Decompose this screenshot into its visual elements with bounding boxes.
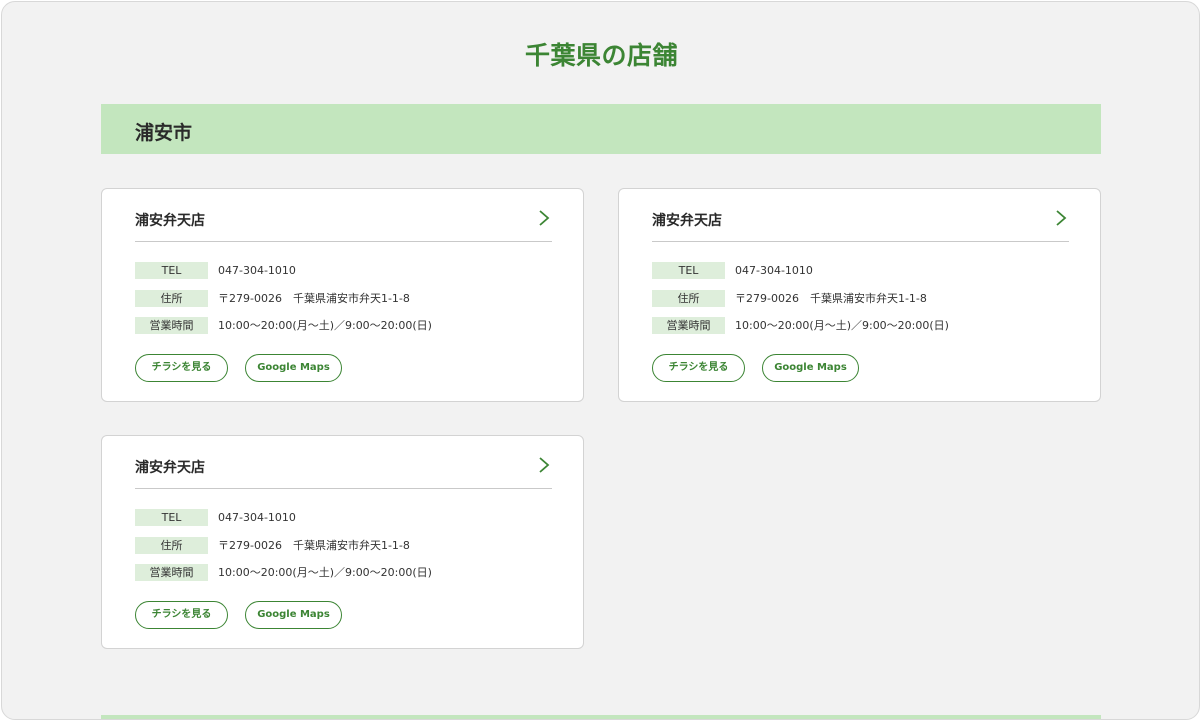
address-label: 住所 <box>652 290 725 307</box>
store-name: 浦安弁天店 <box>652 213 722 229</box>
store-card: 浦安弁天店 TEL 047-304-1010 住所 〒279-0026 千葉県浦… <box>618 188 1101 402</box>
view-flyer-button[interactable]: チラシを見る <box>135 601 228 629</box>
hours-value: 10:00〜20:00(月〜土)／9:00〜20:00(日) <box>735 319 949 332</box>
address-value: 〒279-0026 千葉県浦安市弁天1-1-8 <box>218 292 410 305</box>
hours-value: 10:00〜20:00(月〜土)／9:00〜20:00(日) <box>218 566 432 579</box>
store-card: 浦安弁天店 TEL 047-304-1010 住所 〒279-0026 千葉県浦… <box>101 188 584 402</box>
view-flyer-button[interactable]: チラシを見る <box>652 354 745 382</box>
tel-label: TEL <box>135 509 208 526</box>
tel-value: 047-304-1010 <box>735 264 813 277</box>
address-label: 住所 <box>135 290 208 307</box>
city-section-header: 浦安市 <box>101 104 1101 154</box>
store-name: 浦安弁天店 <box>135 213 205 229</box>
store-card-header-link[interactable]: 浦安弁天店 <box>135 454 552 489</box>
page-title: 千葉県の店舗 <box>524 41 678 70</box>
hours-label: 営業時間 <box>135 564 208 581</box>
tel-value: 047-304-1010 <box>218 511 296 524</box>
tel-label: TEL <box>135 262 208 279</box>
store-card-header-link[interactable]: 浦安弁天店 <box>652 207 1069 242</box>
tel-value: 047-304-1010 <box>218 264 296 277</box>
city-name: 浦安市 <box>135 122 193 144</box>
chevron-right-icon[interactable] <box>538 456 550 474</box>
google-maps-button[interactable]: Google Maps <box>762 354 859 382</box>
address-label: 住所 <box>135 537 208 554</box>
chevron-right-icon[interactable] <box>1055 209 1067 227</box>
address-value: 〒279-0026 千葉県浦安市弁天1-1-8 <box>735 292 927 305</box>
store-list-page: 千葉県の店舗 浦安市 浦安弁天店 TEL 047-304-1010 住所 〒27… <box>1 1 1200 720</box>
hours-value: 10:00〜20:00(月〜土)／9:00〜20:00(日) <box>218 319 432 332</box>
hours-label: 営業時間 <box>652 317 725 334</box>
tel-label: TEL <box>652 262 725 279</box>
address-value: 〒279-0026 千葉県浦安市弁天1-1-8 <box>218 539 410 552</box>
store-card: 浦安弁天店 TEL 047-304-1010 住所 〒279-0026 千葉県浦… <box>101 435 584 649</box>
next-city-section-header <box>101 715 1101 719</box>
chevron-right-icon[interactable] <box>538 209 550 227</box>
view-flyer-button[interactable]: チラシを見る <box>135 354 228 382</box>
store-card-header-link[interactable]: 浦安弁天店 <box>135 207 552 242</box>
google-maps-button[interactable]: Google Maps <box>245 354 342 382</box>
google-maps-button[interactable]: Google Maps <box>245 601 342 629</box>
store-name: 浦安弁天店 <box>135 460 205 476</box>
hours-label: 営業時間 <box>135 317 208 334</box>
